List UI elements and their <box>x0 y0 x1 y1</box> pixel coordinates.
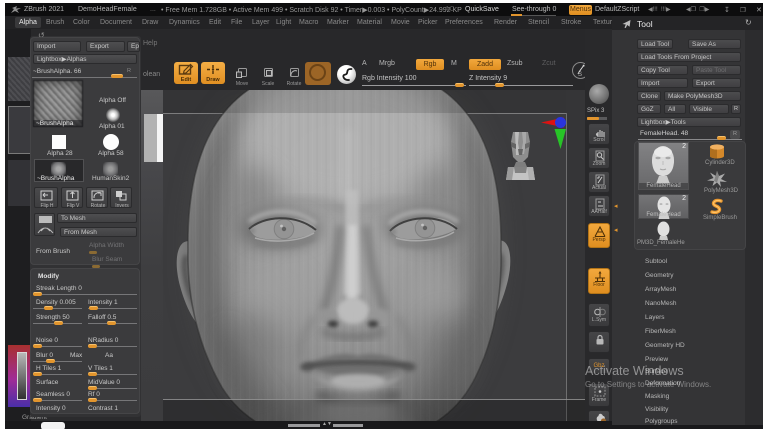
svg-text:Draw: Draw <box>206 77 220 83</box>
svg-text:Invers: Invers <box>115 203 129 209</box>
svg-text:S: S <box>578 72 582 78</box>
svg-text:Flip H: Flip H <box>40 203 53 209</box>
svg-text:Edit: Edit <box>181 77 192 83</box>
svg-text:Rotate: Rotate <box>91 203 106 209</box>
svg-text:Flip V: Flip V <box>67 203 80 209</box>
